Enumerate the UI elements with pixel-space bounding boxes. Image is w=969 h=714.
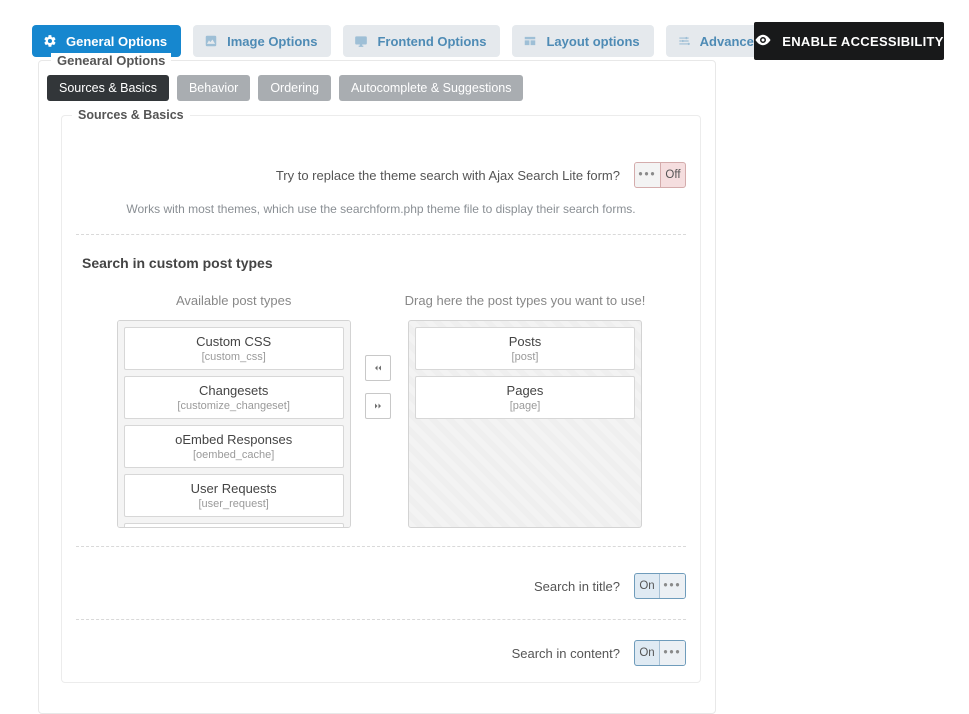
move-left-button[interactable] xyxy=(365,355,391,381)
post-type-item[interactable] xyxy=(124,523,344,528)
available-column: Available post types Custom CSS [custom_c… xyxy=(117,293,351,528)
general-options-panel: Genearal Options Sources & Basics Behavi… xyxy=(38,60,716,714)
post-type-name: User Requests xyxy=(129,481,339,496)
layout-icon xyxy=(522,33,538,49)
tab-frontend[interactable]: Frontend Options xyxy=(343,25,500,57)
search-title-label: Search in title? xyxy=(534,579,620,594)
post-type-name: oEmbed Responses xyxy=(129,432,339,447)
post-type-item[interactable]: User Requests [user_request] xyxy=(124,474,344,517)
replace-search-hint: Works with most themes, which use the se… xyxy=(76,202,686,216)
tab-label: Image Options xyxy=(227,34,317,49)
separator xyxy=(76,234,686,235)
post-type-item[interactable]: Pages [page] xyxy=(415,376,635,419)
tab-image[interactable]: Image Options xyxy=(193,25,331,57)
post-type-slug: [oembed_cache] xyxy=(129,449,339,461)
search-content-toggle[interactable]: On ••• xyxy=(634,640,686,666)
toggle-handle-icon: ••• xyxy=(659,641,685,665)
eye-icon xyxy=(754,31,772,52)
search-content-row: Search in content? On ••• xyxy=(76,634,686,672)
sub-tab-behavior[interactable]: Behavior xyxy=(177,75,250,101)
tab-label: Advanced xyxy=(700,34,762,49)
post-type-slug: [custom_css] xyxy=(129,351,339,363)
tab-label: Layout options xyxy=(546,34,639,49)
post-type-slug: [page] xyxy=(420,400,630,412)
separator xyxy=(76,546,686,547)
available-post-types-list[interactable]: Custom CSS [custom_css] Changesets [customi… xyxy=(117,320,351,528)
post-type-name: Posts xyxy=(420,334,630,349)
sub-tab-autocomplete[interactable]: Autocomplete & Suggestions xyxy=(339,75,524,101)
selected-column: Drag here the post types you want to use… xyxy=(405,293,646,528)
post-type-slug: [post] xyxy=(420,351,630,363)
accessibility-label: ENABLE ACCESSIBILITY xyxy=(782,34,944,49)
post-type-dual-list: Available post types Custom CSS [custom_c… xyxy=(76,293,686,528)
replace-search-label: Try to replace the theme search with Aja… xyxy=(276,168,620,183)
monitor-icon xyxy=(353,33,369,49)
post-type-item[interactable]: Changesets [customize_changeset] xyxy=(124,376,344,419)
search-title-row: Search in title? On ••• xyxy=(76,567,686,605)
move-right-button[interactable] xyxy=(365,393,391,419)
move-buttons-column xyxy=(365,355,391,419)
custom-post-types-title: Search in custom post types xyxy=(82,255,686,271)
search-content-label: Search in content? xyxy=(512,646,620,661)
toggle-state: On xyxy=(635,641,659,665)
sliders-icon xyxy=(676,33,692,49)
post-type-slug: [customize_changeset] xyxy=(129,400,339,412)
sub-tab-ordering[interactable]: Ordering xyxy=(258,75,331,101)
sub-tab-sources[interactable]: Sources & Basics xyxy=(47,75,169,101)
inner-title: Sources & Basics xyxy=(72,108,190,122)
toggle-state: On xyxy=(635,574,659,598)
selected-post-types-drop[interactable]: Posts [post] Pages [page] xyxy=(408,320,642,528)
separator xyxy=(76,619,686,620)
toggle-handle-icon: ••• xyxy=(635,163,661,187)
sources-basics-panel: Sources & Basics Try to replace the them… xyxy=(61,115,701,683)
image-icon xyxy=(203,33,219,49)
tab-label: Frontend Options xyxy=(377,34,486,49)
post-type-name: Custom CSS xyxy=(129,334,339,349)
gear-icon xyxy=(42,33,58,49)
toggle-handle-icon: ••• xyxy=(659,574,685,598)
tab-label: General Options xyxy=(66,34,167,49)
post-type-item[interactable]: oEmbed Responses [oembed_cache] xyxy=(124,425,344,468)
post-type-name: Changesets xyxy=(129,383,339,398)
post-type-item[interactable]: Custom CSS [custom_css] xyxy=(124,327,344,370)
post-type-item[interactable]: Posts [post] xyxy=(415,327,635,370)
post-type-name: Pages xyxy=(420,383,630,398)
panel-title: Genearal Options xyxy=(51,53,171,68)
search-title-toggle[interactable]: On ••• xyxy=(634,573,686,599)
replace-search-toggle[interactable]: ••• Off xyxy=(634,162,686,188)
toggle-state: Off xyxy=(661,163,685,187)
post-type-slug: [user_request] xyxy=(129,498,339,510)
chevron-double-right-icon xyxy=(372,400,384,412)
drag-header: Drag here the post types you want to use… xyxy=(405,293,646,308)
chevron-double-left-icon xyxy=(372,362,384,374)
replace-search-row: Try to replace the theme search with Aja… xyxy=(76,156,686,194)
available-header: Available post types xyxy=(176,293,291,308)
tab-layout[interactable]: Layout options xyxy=(512,25,653,57)
enable-accessibility-button[interactable]: ENABLE ACCESSIBILITY xyxy=(754,22,944,60)
